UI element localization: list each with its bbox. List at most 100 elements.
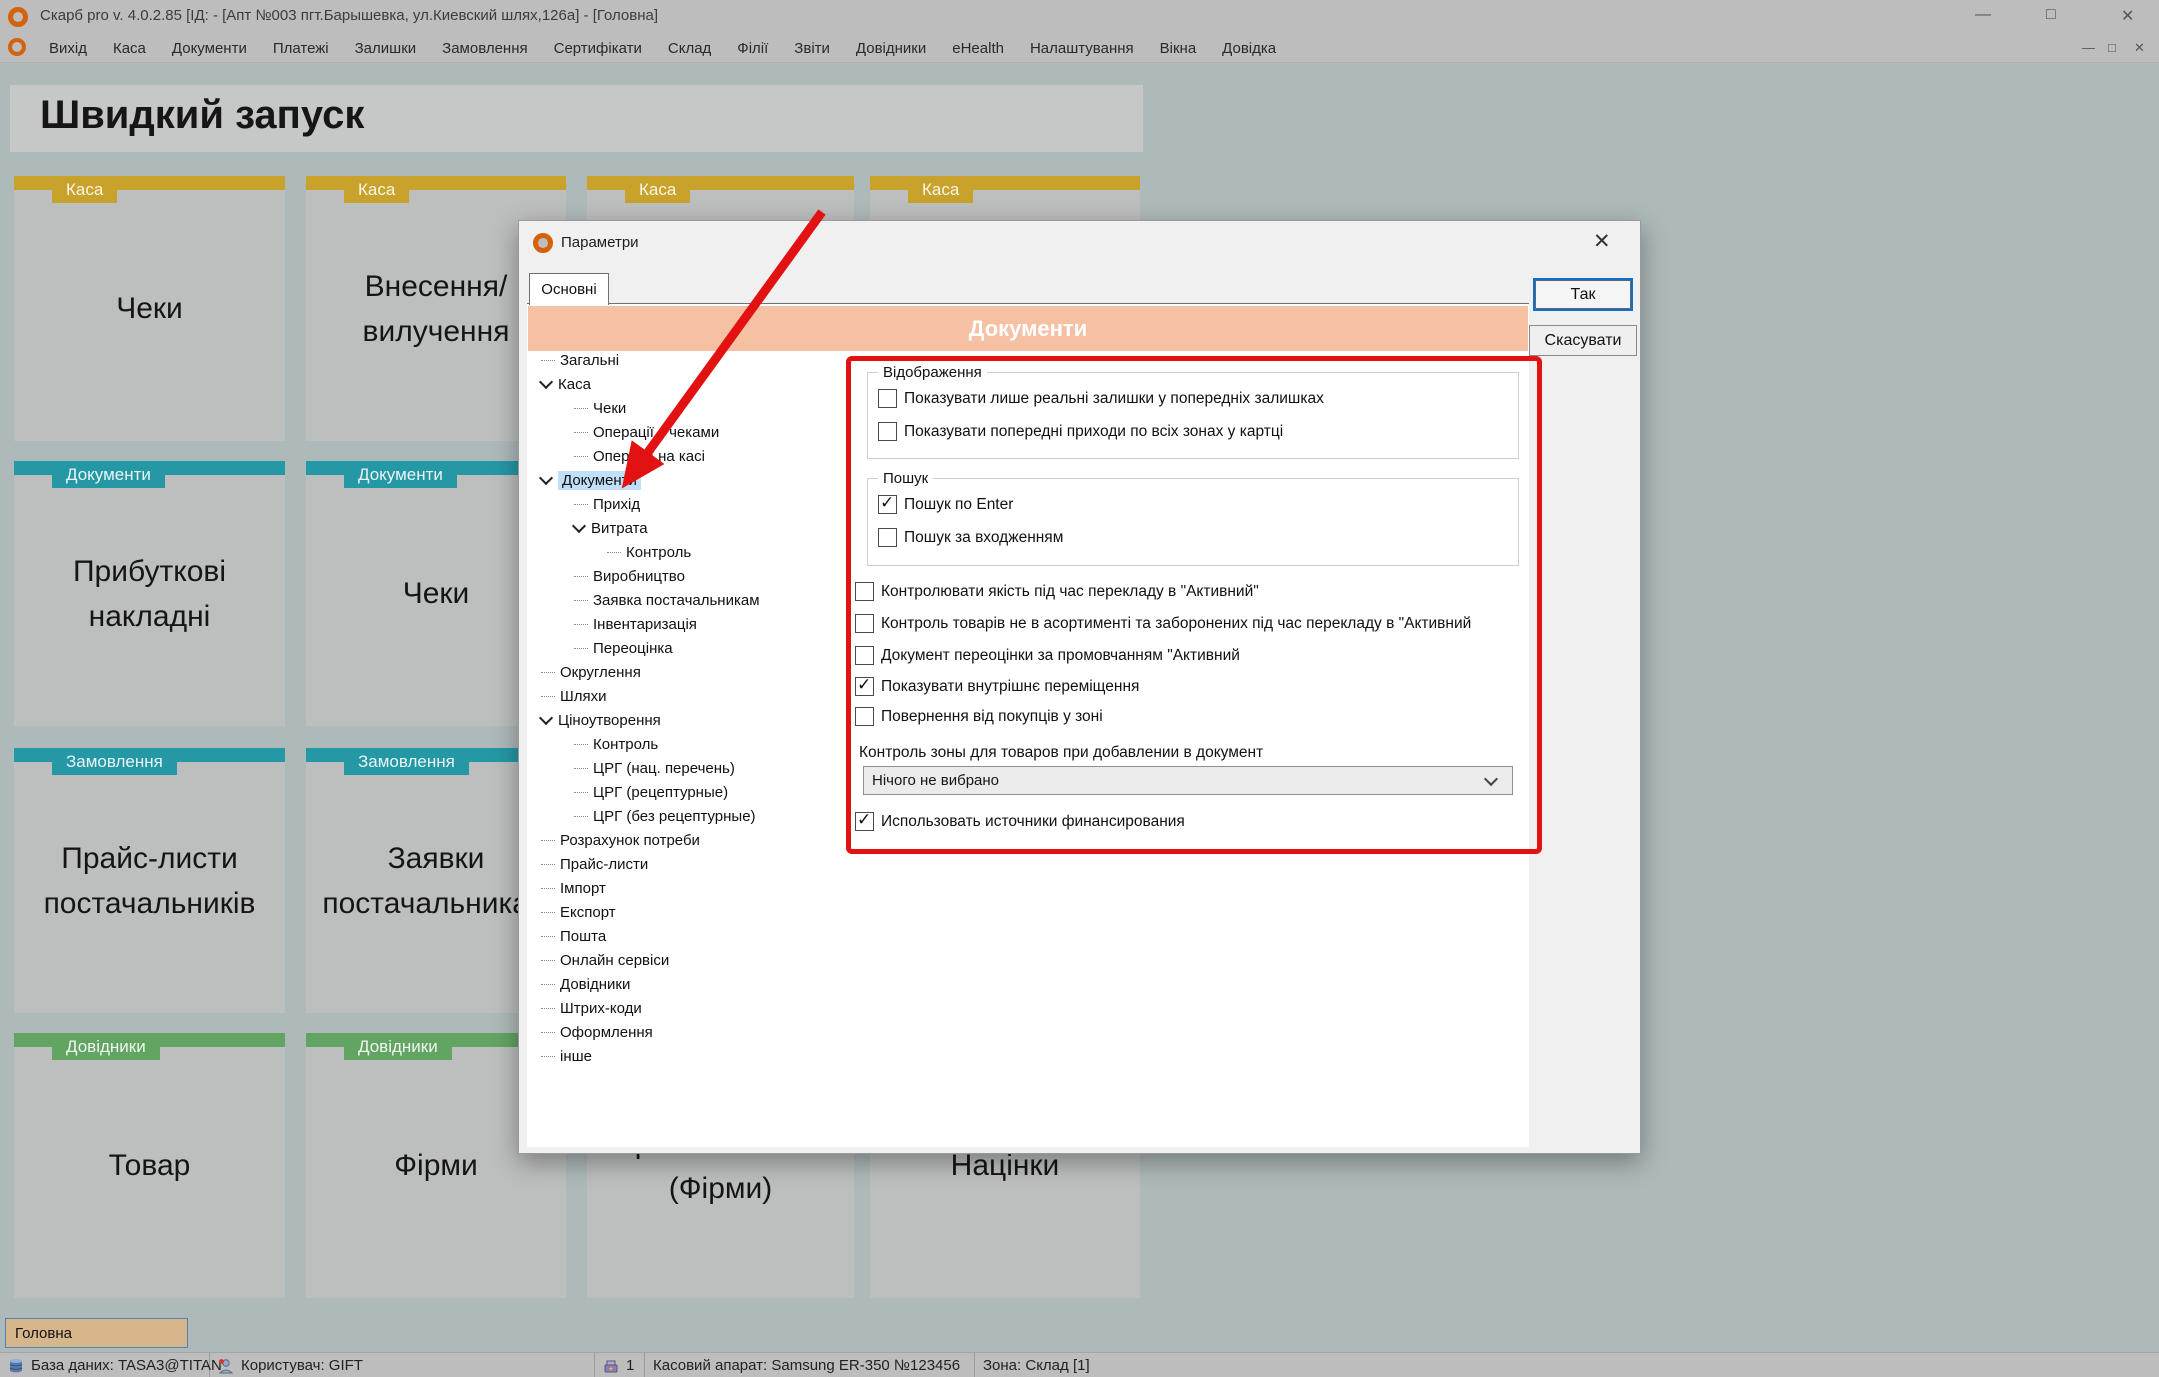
checkbox-box[interactable]: ✓ — [878, 495, 897, 514]
tree-item-документи[interactable]: Документи — [533, 468, 641, 492]
menu-item-замовлення[interactable]: Замовлення — [429, 37, 540, 60]
checkbox-показувати-попередні-приходи[interactable]: Показувати попередні приходи по всіх зон… — [878, 422, 1283, 441]
tree-item-контроль[interactable]: Контроль — [533, 540, 691, 564]
checkbox-label: Пошук за входженням — [904, 529, 1063, 547]
tree-item-црг-без-рецептурные-[interactable]: ЦРГ (без рецептурные) — [533, 804, 756, 828]
chevron-down-icon[interactable] — [539, 375, 553, 389]
menu-item-вихід[interactable]: Вихід — [36, 37, 100, 60]
menu-item-вікна[interactable]: Вікна — [1147, 37, 1210, 60]
tree-guide — [574, 576, 588, 577]
ok-button[interactable]: Так — [1533, 278, 1633, 311]
tree-item-црг-рецептурные-[interactable]: ЦРГ (рецептурные) — [533, 780, 728, 804]
tile-чеки[interactable]: КасаЧеки — [14, 176, 285, 441]
zone-dropdown[interactable]: Нічого не вибрано — [863, 766, 1513, 795]
checkbox-box[interactable] — [855, 646, 874, 665]
tree-item-оформлення[interactable]: Оформлення — [533, 1020, 653, 1044]
tree-item-чеки[interactable]: Чеки — [533, 396, 626, 420]
tree-item-імпорт[interactable]: Імпорт — [533, 876, 606, 900]
checkbox-label: Повернення від покупців у зоні — [881, 708, 1103, 726]
tree-item-операції-на-касі[interactable]: Операції на касі — [533, 444, 705, 468]
menu-item-каса[interactable]: Каса — [100, 37, 159, 60]
cash-register-icon — [603, 1358, 619, 1374]
menu-item-документи[interactable]: Документи — [159, 37, 260, 60]
checkbox-box[interactable] — [855, 707, 874, 726]
checkbox-пошук-за-входженням[interactable]: Пошук за входженням — [878, 528, 1063, 547]
chevron-down-icon[interactable] — [539, 711, 553, 725]
checkbox-показувати-внутрішнє-переміщ[interactable]: ✓Показувати внутрішнє переміщення — [855, 677, 1139, 696]
tree-item-експорт[interactable]: Експорт — [533, 900, 616, 924]
menu-item-сертифікати[interactable]: Сертифікати — [541, 37, 655, 60]
minimize-button[interactable]: — — [1975, 6, 1991, 24]
checkbox-повернення-від-покупців-у-зо[interactable]: Повернення від покупців у зоні — [855, 707, 1103, 726]
checkbox-box[interactable]: ✓ — [855, 677, 874, 696]
tree-item-заявка-постачальникам[interactable]: Заявка постачальникам — [533, 588, 760, 612]
checkbox-box[interactable]: ✓ — [855, 812, 874, 831]
title-bar: Скарб pro v. 4.0.2.85 [ІД: - [Апт №003 п… — [0, 0, 2159, 34]
menu-item-філії[interactable]: Філії — [724, 37, 781, 60]
checkbox-контроль-товарів-не-в-асорти[interactable]: Контроль товарів не в асортименті та заб… — [855, 614, 1471, 633]
checkbox-box[interactable] — [878, 422, 897, 441]
tile-прайс-листи-постачальників[interactable]: ЗамовленняПрайс-листи постачальників — [14, 748, 285, 1013]
tree-item-пошта[interactable]: Пошта — [533, 924, 606, 948]
tree-item-каса[interactable]: Каса — [533, 372, 591, 396]
checkbox-box[interactable] — [855, 582, 874, 601]
maximize-button[interactable]: □ — [2046, 6, 2056, 24]
tree-item-прихід[interactable]: Прихід — [533, 492, 640, 516]
tree-item-црг-нац-перечень-[interactable]: ЦРГ (нац. перечень) — [533, 756, 735, 780]
menu-item-залишки[interactable]: Залишки — [342, 37, 430, 60]
tab-holovna[interactable]: Головна — [5, 1318, 188, 1348]
tile-прибуткові-накладні[interactable]: ДокументиПрибуткові накладні — [14, 461, 285, 726]
tree-item-інвентаризація[interactable]: Інвентаризація — [533, 612, 697, 636]
checkbox-box[interactable] — [878, 389, 897, 408]
status-text: 1 — [626, 1357, 634, 1374]
menu-item-ehealth[interactable]: eHealth — [939, 37, 1017, 60]
tree-item-контроль[interactable]: Контроль — [533, 732, 658, 756]
menu-item-звіти[interactable]: Звіти — [781, 37, 843, 60]
tree-item-шляхи[interactable]: Шляхи — [533, 684, 607, 708]
menu-item-склад[interactable]: Склад — [655, 37, 724, 60]
checkbox-financing[interactable]: ✓ Использовать источники финансирования — [855, 812, 1185, 831]
tree-item-виробництво[interactable]: Виробництво — [533, 564, 685, 588]
mdi-restore-button[interactable]: □ — [2108, 40, 2116, 55]
tree-item-label: Заявка постачальникам — [593, 592, 760, 609]
menu-item-платежі[interactable]: Платежі — [260, 37, 342, 60]
tree-item-витрата[interactable]: Витрата — [533, 516, 648, 540]
menu-item-довідники[interactable]: Довідники — [843, 37, 939, 60]
checkbox-контролювати-якість-під-час-[interactable]: Контролювати якість під час перекладу в … — [855, 582, 1259, 601]
mdi-minimize-button[interactable]: — — [2082, 40, 2095, 55]
tree-item-штрих-коди[interactable]: Штрих-коди — [533, 996, 642, 1020]
tree-guide — [574, 816, 588, 817]
tree-item-онлайн-сервіси[interactable]: Онлайн сервіси — [533, 948, 669, 972]
tree-guide — [574, 456, 588, 457]
tree-item-округлення[interactable]: Округлення — [533, 660, 641, 684]
mdi-close-button[interactable]: ✕ — [2134, 40, 2145, 56]
menu-item-довідка[interactable]: Довідка — [1209, 37, 1289, 60]
checkbox-box[interactable] — [855, 614, 874, 633]
tree-item-довідники[interactable]: Довідники — [533, 972, 630, 996]
cancel-button[interactable]: Скасувати — [1529, 325, 1637, 356]
tile-товар[interactable]: ДовідникиТовар — [14, 1033, 285, 1298]
tree-item-інше[interactable]: інше — [533, 1044, 592, 1068]
tile-label: Прайс-листи постачальників — [24, 748, 275, 1013]
tab-osnovni[interactable]: Основні — [529, 273, 609, 305]
tree-item-label: Експорт — [560, 904, 616, 921]
checkbox-пошук-по-enter[interactable]: ✓Пошук по Enter — [878, 495, 1013, 514]
zone-dropdown-value: Нічого не вибрано — [864, 772, 1486, 789]
dialog-close-icon[interactable]: ✕ — [1593, 229, 1611, 254]
checkbox-показувати-лише-реальні-зали[interactable]: Показувати лише реальні залишки у попере… — [878, 389, 1324, 408]
user-icon — [218, 1358, 234, 1374]
tree-item-прайс-листи[interactable]: Прайс-листи — [533, 852, 648, 876]
close-button[interactable]: ✕ — [2121, 6, 2134, 26]
tree-item-переоцінка[interactable]: Переоцінка — [533, 636, 673, 660]
tree-item-загальні[interactable]: Загальні — [533, 348, 619, 372]
chevron-down-icon[interactable] — [539, 471, 553, 485]
tree-item-операції-з-чеками[interactable]: Операції з чеками — [533, 420, 719, 444]
tree-item-ціноутворення[interactable]: Ціноутворення — [533, 708, 661, 732]
tree-item-розрахунок-потреби[interactable]: Розрахунок потреби — [533, 828, 700, 852]
chevron-down-icon[interactable] — [572, 519, 586, 533]
tree-item-label: Пошта — [560, 928, 606, 945]
checkbox-box[interactable] — [878, 528, 897, 547]
menu-items: ВихідКасаДокументиПлатежіЗалишкиЗамовлен… — [36, 37, 1289, 60]
checkbox-документ-переоцінки-за-промо[interactable]: Документ переоцінки за промовчанням "Акт… — [855, 646, 1240, 665]
menu-item-налаштування[interactable]: Налаштування — [1017, 37, 1147, 60]
